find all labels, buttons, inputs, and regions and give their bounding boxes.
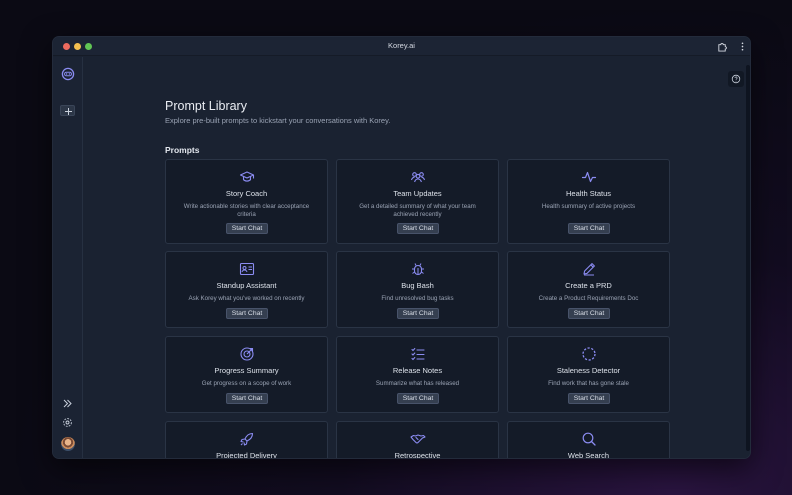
team-icon <box>410 172 426 183</box>
prompt-card-progress-summary[interactable]: Progress Summary Get progress on a scope… <box>165 336 328 413</box>
rocket-icon <box>240 432 254 446</box>
start-chat-button[interactable]: Start Chat <box>226 308 268 319</box>
card-description: Summarize what has released <box>375 380 460 387</box>
prompt-card-release-notes[interactable]: Release Notes Summarize what has release… <box>336 336 499 413</box>
prompt-card-staleness-detector[interactable]: Staleness Detector Find work that has go… <box>507 336 670 413</box>
card-title: Team Updates <box>393 189 442 198</box>
id-card-icon <box>239 262 255 276</box>
start-chat-button[interactable]: Start Chat <box>397 393 439 404</box>
card-description: Write actionable stories with clear acce… <box>183 203 310 218</box>
prompt-card-projected-delivery[interactable]: Projected Delivery <box>165 421 328 459</box>
card-title: Story Coach <box>225 189 268 198</box>
card-title: Standup Assistant <box>216 281 277 290</box>
extension-icon[interactable] <box>717 41 728 52</box>
card-title: Health Status <box>565 189 612 198</box>
pulse-icon <box>581 171 597 183</box>
start-chat-button[interactable]: Start Chat <box>568 308 610 319</box>
card-title: Progress Summary <box>214 366 279 375</box>
start-chat-button[interactable]: Start Chat <box>397 308 439 319</box>
card-description: Find unresolved bug tasks <box>381 295 454 302</box>
card-description: Create a Product Requirements Doc <box>538 295 639 302</box>
card-title: Retrospective <box>394 451 441 459</box>
window-title: Korey.ai <box>388 41 415 50</box>
card-title: Projected Delivery <box>216 451 277 459</box>
handshake-icon <box>410 434 426 444</box>
start-chat-button[interactable]: Start Chat <box>397 223 439 234</box>
section-title: Prompts <box>165 145 200 155</box>
new-chat-button[interactable] <box>60 105 75 116</box>
start-chat-button[interactable]: Start Chat <box>568 223 610 234</box>
card-title: Bug Bash <box>401 281 434 290</box>
help-button[interactable] <box>728 71 744 87</box>
card-title: Staleness Detector <box>556 366 621 375</box>
prompt-card-story-coach[interactable]: Story Coach Write actionable stories wit… <box>165 159 328 244</box>
card-description: Health summary of active projects <box>541 203 636 210</box>
korey-logo-icon[interactable] <box>61 67 75 81</box>
pencil-icon <box>583 263 595 276</box>
card-title: Release Notes <box>392 366 443 375</box>
app-window: Korey.ai Prompt Library Explore pre-buil… <box>52 36 751 459</box>
page-subtitle: Explore pre-built prompts to kickstart y… <box>165 116 391 125</box>
prompt-card-retrospective[interactable]: Retrospective <box>336 421 499 459</box>
checklist-icon <box>411 347 425 361</box>
page-title: Prompt Library <box>165 99 247 113</box>
sidebar <box>53 57 83 458</box>
bug-icon <box>412 263 424 276</box>
card-title: Web Search <box>567 451 610 459</box>
prompt-card-team-updates[interactable]: Team Updates Get a detailed summary of w… <box>336 159 499 244</box>
card-title: Create a PRD <box>565 281 612 290</box>
graduation-cap-icon <box>239 171 255 182</box>
prompt-card-standup-assistant[interactable]: Standup Assistant Ask Korey what you've … <box>165 251 328 328</box>
card-description: Get a detailed summary of what your team… <box>359 203 476 218</box>
user-avatar[interactable] <box>61 437 75 451</box>
prompt-card-bug-bash[interactable]: Bug Bash Find unresolved bug tasks Start… <box>336 251 499 328</box>
start-chat-button[interactable]: Start Chat <box>226 393 268 404</box>
prompt-card-web-search[interactable]: Web Search <box>507 421 670 459</box>
start-chat-button[interactable]: Start Chat <box>226 223 268 234</box>
title-bar: Korey.ai <box>53 37 750 56</box>
plus-icon <box>65 108 72 115</box>
dashed-circle-icon <box>582 347 596 361</box>
gear-icon[interactable] <box>62 417 73 428</box>
prompt-card-create-a-prd[interactable]: Create a PRD Create a Product Requiremen… <box>507 251 670 328</box>
more-vertical-icon[interactable] <box>737 41 748 52</box>
scrollbar[interactable] <box>746 65 750 451</box>
card-description: Get progress on a scope of work <box>201 380 292 387</box>
start-chat-button[interactable]: Start Chat <box>568 393 610 404</box>
help-icon <box>731 74 741 84</box>
card-description: Ask Korey what you've worked on recently <box>188 295 305 302</box>
main-content: Prompt Library Explore pre-built prompts… <box>83 57 750 459</box>
target-icon <box>240 347 254 361</box>
expand-sidebar-icon[interactable] <box>62 398 73 409</box>
search-icon <box>582 432 596 446</box>
prompt-card-health-status[interactable]: Health Status Health summary of active p… <box>507 159 670 244</box>
card-description: Find work that has gone stale <box>548 380 629 387</box>
